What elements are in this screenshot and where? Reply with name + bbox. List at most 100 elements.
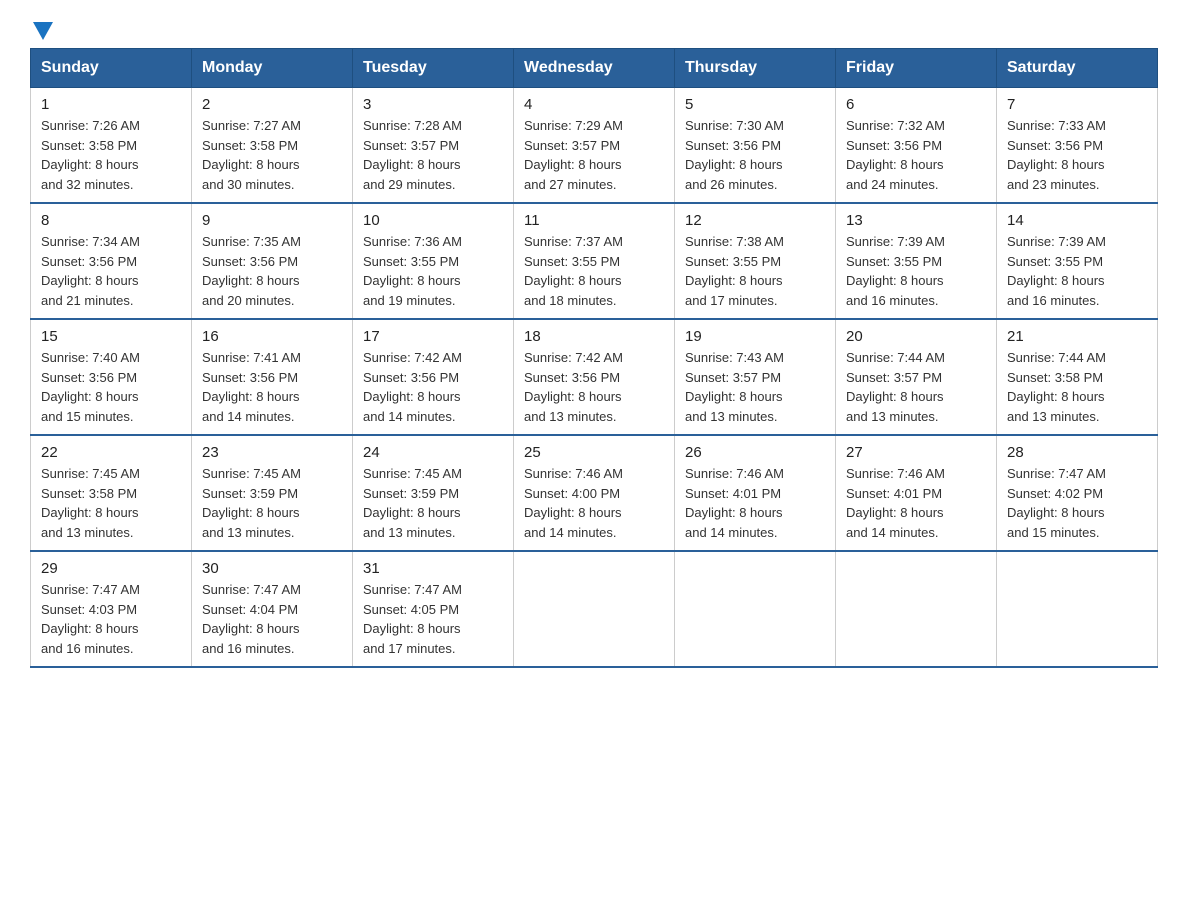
calendar-week-row: 15 Sunrise: 7:40 AMSunset: 3:56 PMDayligh… bbox=[31, 319, 1158, 435]
calendar-cell: 7Sunrise: 7:33 AMSunset: 3:56 PMDaylight… bbox=[997, 88, 1158, 204]
day-info: Sunrise: 7:32 AMSunset: 3:56 PMDaylight:… bbox=[846, 116, 986, 194]
calendar-cell bbox=[514, 551, 675, 667]
calendar-cell: 2 Sunrise: 7:27 AMSunset: 3:58 PMDaylight… bbox=[192, 88, 353, 204]
day-info: Sunrise: 7:26 AMSunset: 3:58 PMDaylight:… bbox=[41, 116, 181, 194]
calendar-week-row: 1 Sunrise: 7:26 AMSunset: 3:58 PMDaylight… bbox=[31, 88, 1158, 204]
page-header bbox=[30, 20, 1158, 38]
day-number: 17 bbox=[363, 328, 503, 345]
day-number: 1 bbox=[41, 96, 181, 113]
day-number: 16 bbox=[202, 328, 342, 345]
day-info: Sunrise: 7:46 AMSunset: 4:01 PMDaylight:… bbox=[846, 464, 986, 542]
day-number: 11 bbox=[524, 212, 664, 229]
calendar-cell: 20 Sunrise: 7:44 AMSunset: 3:57 PMDayligh… bbox=[836, 319, 997, 435]
calendar-cell: 9Sunrise: 7:35 AMSunset: 3:56 PMDaylight… bbox=[192, 203, 353, 319]
calendar-cell: 6 Sunrise: 7:32 AMSunset: 3:56 PMDaylight… bbox=[836, 88, 997, 204]
day-number: 10 bbox=[363, 212, 503, 229]
day-info: Sunrise: 7:46 AMSunset: 4:00 PMDaylight:… bbox=[524, 464, 664, 542]
calendar-week-row: 29 Sunrise: 7:47 AMSunset: 4:03 PMDayligh… bbox=[31, 551, 1158, 667]
calendar-header-row: SundayMondayTuesdayWednesdayThursdayFrid… bbox=[31, 49, 1158, 88]
day-info: Sunrise: 7:47 AMSunset: 4:02 PMDaylight:… bbox=[1007, 464, 1147, 542]
day-info: Sunrise: 7:39 AMSunset: 3:55 PMDaylight:… bbox=[846, 232, 986, 310]
day-info: Sunrise: 7:45 AMSunset: 3:59 PMDaylight:… bbox=[363, 464, 503, 542]
logo bbox=[30, 20, 53, 38]
day-info: Sunrise: 7:35 AMSunset: 3:56 PMDaylight:… bbox=[202, 232, 342, 310]
day-info: Sunrise: 7:40 AMSunset: 3:56 PMDaylight:… bbox=[41, 348, 181, 426]
day-number: 4 bbox=[524, 96, 664, 113]
calendar-cell: 21 Sunrise: 7:44 AMSunset: 3:58 PMDayligh… bbox=[997, 319, 1158, 435]
calendar-cell: 27 Sunrise: 7:46 AMSunset: 4:01 PMDayligh… bbox=[836, 435, 997, 551]
day-number: 30 bbox=[202, 560, 342, 577]
day-number: 22 bbox=[41, 444, 181, 461]
day-number: 26 bbox=[685, 444, 825, 461]
day-number: 8 bbox=[41, 212, 181, 229]
header-thursday: Thursday bbox=[675, 49, 836, 88]
day-number: 20 bbox=[846, 328, 986, 345]
calendar-cell: 1 Sunrise: 7:26 AMSunset: 3:58 PMDaylight… bbox=[31, 88, 192, 204]
day-info: Sunrise: 7:36 AMSunset: 3:55 PMDaylight:… bbox=[363, 232, 503, 310]
calendar-cell: 26 Sunrise: 7:46 AMSunset: 4:01 PMDayligh… bbox=[675, 435, 836, 551]
calendar-cell: 22 Sunrise: 7:45 AMSunset: 3:58 PMDayligh… bbox=[31, 435, 192, 551]
day-info: Sunrise: 7:34 AMSunset: 3:56 PMDaylight:… bbox=[41, 232, 181, 310]
day-info: Sunrise: 7:45 AMSunset: 3:58 PMDaylight:… bbox=[41, 464, 181, 542]
day-number: 19 bbox=[685, 328, 825, 345]
day-info: Sunrise: 7:43 AMSunset: 3:57 PMDaylight:… bbox=[685, 348, 825, 426]
calendar-cell: 11 Sunrise: 7:37 AMSunset: 3:55 PMDayligh… bbox=[514, 203, 675, 319]
day-number: 15 bbox=[41, 328, 181, 345]
day-info: Sunrise: 7:47 AMSunset: 4:05 PMDaylight:… bbox=[363, 580, 503, 658]
day-info: Sunrise: 7:46 AMSunset: 4:01 PMDaylight:… bbox=[685, 464, 825, 542]
day-number: 21 bbox=[1007, 328, 1147, 345]
calendar-cell: 15 Sunrise: 7:40 AMSunset: 3:56 PMDayligh… bbox=[31, 319, 192, 435]
day-info: Sunrise: 7:42 AMSunset: 3:56 PMDaylight:… bbox=[524, 348, 664, 426]
calendar-cell bbox=[675, 551, 836, 667]
logo-triangle-icon bbox=[33, 22, 53, 40]
day-info: Sunrise: 7:27 AMSunset: 3:58 PMDaylight:… bbox=[202, 116, 342, 194]
day-info: Sunrise: 7:42 AMSunset: 3:56 PMDaylight:… bbox=[363, 348, 503, 426]
calendar-cell: 24 Sunrise: 7:45 AMSunset: 3:59 PMDayligh… bbox=[353, 435, 514, 551]
day-number: 14 bbox=[1007, 212, 1147, 229]
day-number: 6 bbox=[846, 96, 986, 113]
day-info: Sunrise: 7:38 AMSunset: 3:55 PMDaylight:… bbox=[685, 232, 825, 310]
calendar-cell: 5Sunrise: 7:30 AMSunset: 3:56 PMDaylight… bbox=[675, 88, 836, 204]
calendar-cell: 14 Sunrise: 7:39 AMSunset: 3:55 PMDayligh… bbox=[997, 203, 1158, 319]
day-info: Sunrise: 7:47 AMSunset: 4:04 PMDaylight:… bbox=[202, 580, 342, 658]
day-number: 31 bbox=[363, 560, 503, 577]
calendar-cell bbox=[836, 551, 997, 667]
calendar-cell: 31 Sunrise: 7:47 AMSunset: 4:05 PMDayligh… bbox=[353, 551, 514, 667]
calendar-cell: 12 Sunrise: 7:38 AMSunset: 3:55 PMDayligh… bbox=[675, 203, 836, 319]
day-info: Sunrise: 7:44 AMSunset: 3:58 PMDaylight:… bbox=[1007, 348, 1147, 426]
header-wednesday: Wednesday bbox=[514, 49, 675, 88]
calendar-cell: 16Sunrise: 7:41 AMSunset: 3:56 PMDayligh… bbox=[192, 319, 353, 435]
calendar-cell: 3Sunrise: 7:28 AMSunset: 3:57 PMDaylight… bbox=[353, 88, 514, 204]
calendar-cell: 19 Sunrise: 7:43 AMSunset: 3:57 PMDayligh… bbox=[675, 319, 836, 435]
day-info: Sunrise: 7:39 AMSunset: 3:55 PMDaylight:… bbox=[1007, 232, 1147, 310]
header-sunday: Sunday bbox=[31, 49, 192, 88]
calendar-cell: 28Sunrise: 7:47 AMSunset: 4:02 PMDayligh… bbox=[997, 435, 1158, 551]
day-info: Sunrise: 7:44 AMSunset: 3:57 PMDaylight:… bbox=[846, 348, 986, 426]
day-number: 3 bbox=[363, 96, 503, 113]
calendar-cell: 13 Sunrise: 7:39 AMSunset: 3:55 PMDayligh… bbox=[836, 203, 997, 319]
day-number: 29 bbox=[41, 560, 181, 577]
day-info: Sunrise: 7:45 AMSunset: 3:59 PMDaylight:… bbox=[202, 464, 342, 542]
day-number: 13 bbox=[846, 212, 986, 229]
day-number: 2 bbox=[202, 96, 342, 113]
day-number: 12 bbox=[685, 212, 825, 229]
day-number: 27 bbox=[846, 444, 986, 461]
calendar-cell: 8 Sunrise: 7:34 AMSunset: 3:56 PMDaylight… bbox=[31, 203, 192, 319]
calendar-cell: 23Sunrise: 7:45 AMSunset: 3:59 PMDayligh… bbox=[192, 435, 353, 551]
day-number: 24 bbox=[363, 444, 503, 461]
header-saturday: Saturday bbox=[997, 49, 1158, 88]
header-monday: Monday bbox=[192, 49, 353, 88]
day-number: 25 bbox=[524, 444, 664, 461]
day-info: Sunrise: 7:37 AMSunset: 3:55 PMDaylight:… bbox=[524, 232, 664, 310]
calendar-cell: 17 Sunrise: 7:42 AMSunset: 3:56 PMDayligh… bbox=[353, 319, 514, 435]
day-info: Sunrise: 7:29 AMSunset: 3:57 PMDaylight:… bbox=[524, 116, 664, 194]
calendar-cell: 29 Sunrise: 7:47 AMSunset: 4:03 PMDayligh… bbox=[31, 551, 192, 667]
calendar-cell: 4 Sunrise: 7:29 AMSunset: 3:57 PMDaylight… bbox=[514, 88, 675, 204]
header-friday: Friday bbox=[836, 49, 997, 88]
calendar-cell: 18Sunrise: 7:42 AMSunset: 3:56 PMDayligh… bbox=[514, 319, 675, 435]
calendar-week-row: 22 Sunrise: 7:45 AMSunset: 3:58 PMDayligh… bbox=[31, 435, 1158, 551]
calendar-cell: 30 Sunrise: 7:47 AMSunset: 4:04 PMDayligh… bbox=[192, 551, 353, 667]
day-info: Sunrise: 7:47 AMSunset: 4:03 PMDaylight:… bbox=[41, 580, 181, 658]
header-tuesday: Tuesday bbox=[353, 49, 514, 88]
calendar-cell: 25 Sunrise: 7:46 AMSunset: 4:00 PMDayligh… bbox=[514, 435, 675, 551]
